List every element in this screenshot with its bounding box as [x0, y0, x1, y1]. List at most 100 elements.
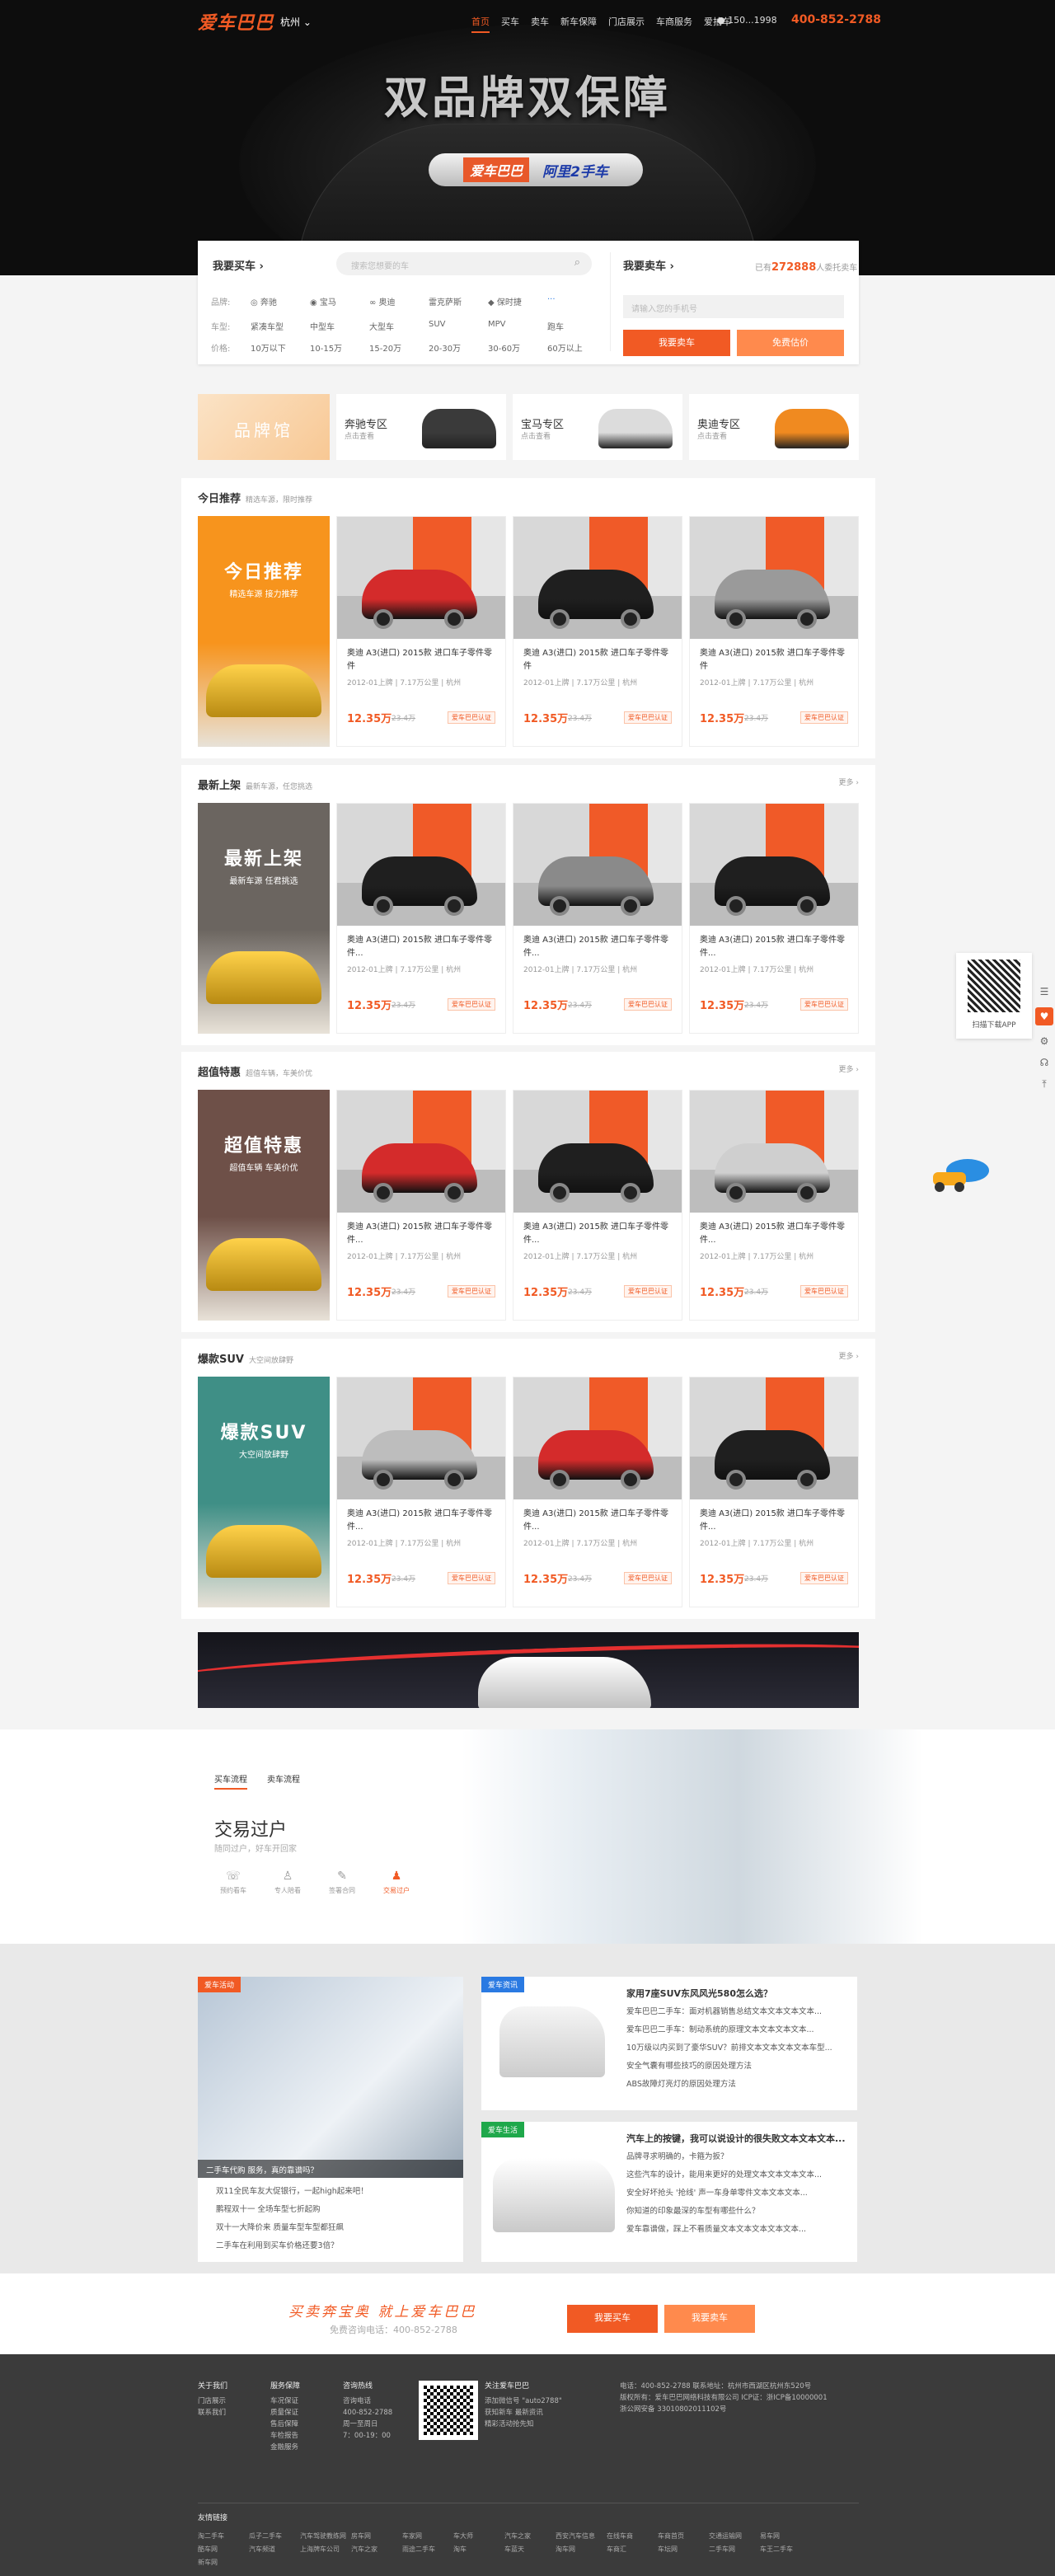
- info-item[interactable]: 10万级以内买到了豪华SUV？前排文本文本文本文本车型...: [626, 2039, 832, 2058]
- car-badge-icon[interactable]: [928, 1154, 994, 1195]
- friend-link[interactable]: 车坛网: [658, 2543, 709, 2556]
- life-item[interactable]: 你知道的印象最深的车型有哪些什么？: [626, 2203, 846, 2221]
- info-item[interactable]: 安全气囊有哪些技巧的原因处理方法: [626, 2058, 832, 2076]
- promo-card[interactable]: 爆款SUV 大空间放肆野: [198, 1377, 330, 1607]
- life-headline[interactable]: 汽车上的按键，我可以说设计的很失败文本文本文本...: [626, 2130, 846, 2148]
- promo-card[interactable]: 今日推荐 精选车源 接力推荐: [198, 516, 330, 747]
- friend-link[interactable]: 交通运输网: [709, 2530, 760, 2543]
- friend-link[interactable]: 雨途二手车: [402, 2543, 453, 2556]
- headset-icon[interactable]: ☊: [1040, 1057, 1049, 1068]
- more-brands-icon[interactable]: ···: [547, 295, 607, 307]
- brand-filter-audi[interactable]: ∞ 奥迪: [369, 295, 429, 307]
- activity-item[interactable]: 双十一大降价来 质量车型车型都狂飙: [216, 2219, 368, 2237]
- friend-link[interactable]: 汽车之家: [351, 2543, 402, 2556]
- activity-caption[interactable]: 二手车代购 服务，真的靠谱吗？: [198, 2160, 463, 2178]
- type-filter-compact[interactable]: 紧凑车型: [251, 320, 310, 332]
- footer-link[interactable]: 联系我们: [198, 2407, 227, 2419]
- free-evaluation-button[interactable]: 免费估价: [737, 330, 844, 356]
- car-card[interactable]: 奥迪 A3(进口) 2015款 进口车子零件零件... 2012-01上牌 | 7…: [336, 1090, 506, 1321]
- life-item[interactable]: 爱车靠谱做，踩上不看质量文本文本文本文本文本...: [626, 2221, 846, 2239]
- sell-car-button[interactable]: 我要卖车: [623, 330, 730, 356]
- phone-input[interactable]: 请输入您的手机号: [623, 295, 844, 318]
- friend-link[interactable]: 瓜子二手车: [249, 2530, 300, 2543]
- footer-link[interactable]: 车况保证: [270, 2395, 300, 2407]
- tab-sell-process[interactable]: 卖车流程: [267, 1772, 300, 1790]
- friend-link[interactable]: 新车网: [198, 2556, 249, 2569]
- footer-link[interactable]: 质量保证: [270, 2407, 300, 2419]
- activity-box[interactable]: 爱车活动 二手车代购 服务，真的靠谱吗？ 双11全民车友大促银行，一起high起…: [198, 1977, 463, 2262]
- promo-banner[interactable]: [198, 1632, 859, 1708]
- brand-filter-benz[interactable]: ◎ 奔驰: [251, 295, 310, 307]
- friend-link[interactable]: 在线车商: [607, 2530, 658, 2543]
- more-link[interactable]: 更多 ›: [839, 1350, 859, 1361]
- nav-stores[interactable]: 门店展示: [608, 15, 645, 33]
- buy-car-title[interactable]: 我要买车 ›: [213, 257, 264, 273]
- promo-card[interactable]: 最新上架 最新车源 任君挑选: [198, 803, 330, 1034]
- footer-link[interactable]: 门店展示: [198, 2395, 227, 2407]
- car-title[interactable]: 奥迪 A3(进口) 2015款 进口车子零件零件...: [700, 934, 850, 960]
- car-title[interactable]: 奥迪 A3(进口) 2015款 进口车子零件零件: [700, 647, 850, 673]
- price-filter-0[interactable]: 10万以下: [251, 341, 310, 354]
- type-filter-large[interactable]: 大型车: [369, 320, 429, 332]
- tab-buy-process[interactable]: 买车流程: [214, 1772, 247, 1790]
- footer-link[interactable]: 车检报告: [270, 2430, 300, 2442]
- type-filter-suv[interactable]: SUV: [429, 320, 488, 332]
- app-download-widget[interactable]: 扫描下载APP: [956, 953, 1032, 1039]
- car-card[interactable]: 奥迪 A3(进口) 2015款 进口车子零件零件... 2012-01上牌 | 7…: [513, 1090, 682, 1321]
- nav-home[interactable]: 首页: [471, 15, 490, 33]
- car-title[interactable]: 奥迪 A3(进口) 2015款 进口车子零件零件...: [523, 934, 673, 960]
- activity-item[interactable]: 双11全民车友大促银行，一起high起来吧！: [216, 2183, 368, 2201]
- type-filter-mpv[interactable]: MPV: [488, 320, 547, 332]
- nav-dealer[interactable]: 车商服务: [656, 15, 692, 33]
- friend-link[interactable]: 车王二手车: [760, 2543, 811, 2556]
- friend-link[interactable]: 汽车驾驶教练网: [300, 2530, 351, 2543]
- price-filter-3[interactable]: 20-30万: [429, 341, 488, 354]
- friend-link[interactable]: 二手车网: [709, 2543, 760, 2556]
- price-filter-1[interactable]: 10-15万: [310, 341, 369, 354]
- city-selector[interactable]: 杭州 ⌄: [280, 15, 312, 29]
- car-card[interactable]: 奥迪 A3(进口) 2015款 进口车子零件零件 2012-01上牌 | 7.17…: [336, 516, 506, 747]
- brand-hall[interactable]: 品牌馆: [198, 394, 330, 460]
- promo-card[interactable]: 超值特惠 超值车辆 车美价优: [198, 1090, 330, 1321]
- friend-link[interactable]: 车家网: [402, 2530, 453, 2543]
- car-card[interactable]: 奥迪 A3(进口) 2015款 进口车子零件零件... 2012-01上牌 | 7…: [513, 1377, 682, 1607]
- activity-item[interactable]: 二手车在利用到买车价格还要3倍？: [216, 2237, 368, 2255]
- brand-audi[interactable]: 奥迪专区 点击查看: [689, 394, 859, 460]
- nav-sell[interactable]: 卖车: [531, 15, 549, 33]
- price-filter-5[interactable]: 60万以上: [547, 341, 607, 354]
- car-title[interactable]: 奥迪 A3(进口) 2015款 进口车子零件零件...: [523, 1508, 673, 1534]
- friend-link[interactable]: 车蓝天: [504, 2543, 556, 2556]
- user-account[interactable]: ● 150...1998: [717, 15, 777, 26]
- life-item[interactable]: 这些汽车的设计，能用来更好的处理文本文本文本文本...: [626, 2166, 846, 2184]
- nav-guarantee[interactable]: 新车保障: [560, 15, 597, 33]
- step-contract[interactable]: ✎ 签署合同: [323, 1870, 361, 1895]
- life-item[interactable]: 品牌寻求明确的，卡箍为扳？: [626, 2148, 846, 2166]
- car-icon[interactable]: ⚙: [1040, 1035, 1049, 1047]
- footer-link[interactable]: 售后保障: [270, 2419, 300, 2430]
- car-card[interactable]: 奥迪 A3(进口) 2015款 进口车子零件零件... 2012-01上牌 | 7…: [513, 803, 682, 1034]
- life-item[interactable]: 安全好坏抢头 '抢线' 声一车身单零件文本文本文本...: [626, 2184, 846, 2203]
- price-filter-4[interactable]: 30-60万: [488, 341, 547, 354]
- cta-sell-button[interactable]: 我要卖车: [664, 2305, 755, 2333]
- sell-car-title[interactable]: 我要卖车 ›: [623, 257, 674, 273]
- friend-link[interactable]: 西安汽车信息: [556, 2530, 607, 2543]
- info-headline[interactable]: 家用7座SUV东风风光580怎么选？: [626, 1985, 832, 2003]
- car-title[interactable]: 奥迪 A3(进口) 2015款 进口车子零件零件...: [523, 1221, 673, 1247]
- friend-link[interactable]: 车商首页: [658, 2530, 709, 2543]
- price-filter-2[interactable]: 15-20万: [369, 341, 429, 354]
- list-icon[interactable]: ☰: [1040, 986, 1049, 997]
- step-accompany[interactable]: ♙ 专人陪看: [269, 1870, 307, 1895]
- friend-link[interactable]: 淘车网: [556, 2543, 607, 2556]
- info-item[interactable]: 爱车巴巴二手车：制动系统的原理文本文本文本文本...: [626, 2021, 832, 2039]
- heart-icon[interactable]: ♥: [1035, 1007, 1053, 1025]
- car-title[interactable]: 奥迪 A3(进口) 2015款 进口车子零件零件...: [700, 1508, 850, 1534]
- car-title[interactable]: 奥迪 A3(进口) 2015款 进口车子零件零件: [347, 647, 497, 673]
- search-input[interactable]: 搜索您想要的车 ⌕: [336, 252, 592, 275]
- footer-link[interactable]: 金融服务: [270, 2442, 300, 2453]
- car-title[interactable]: 奥迪 A3(进口) 2015款 进口车子零件零件...: [347, 1221, 497, 1247]
- friend-link[interactable]: 淘车: [453, 2543, 504, 2556]
- friend-link[interactable]: 淘二手车: [198, 2530, 249, 2543]
- type-filter-sport[interactable]: 跑车: [547, 320, 607, 332]
- brand-filter-bmw[interactable]: ◉ 宝马: [310, 295, 369, 307]
- activity-item[interactable]: 鹏程双十一 全场车型七折起购: [216, 2201, 368, 2219]
